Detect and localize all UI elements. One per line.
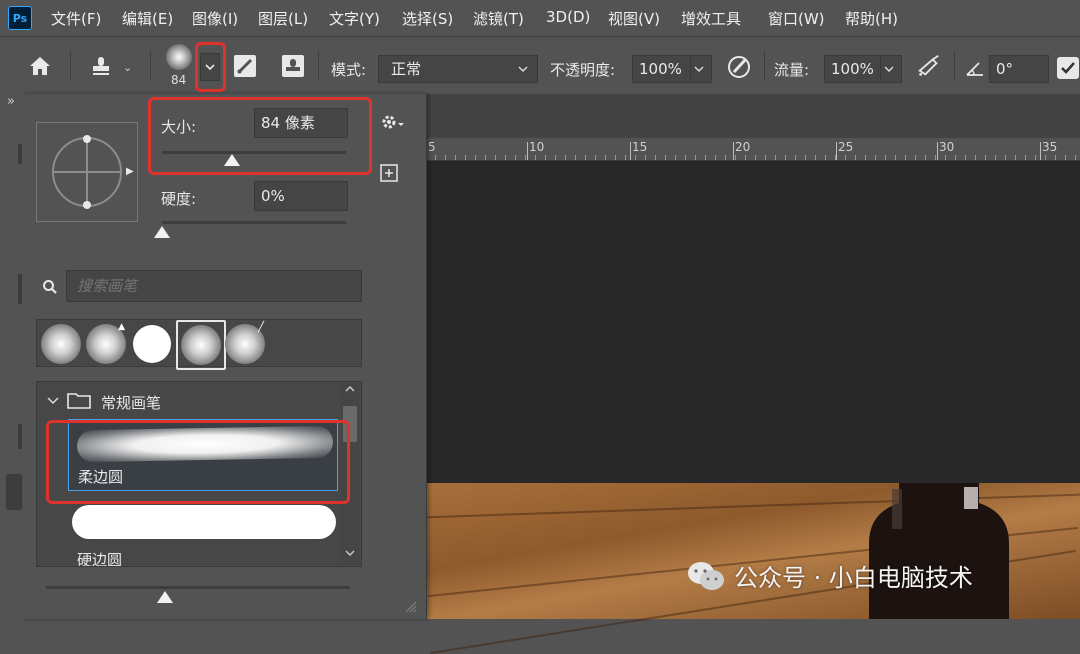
- brush-tip-preview[interactable]: [36, 122, 138, 222]
- option-checkbox[interactable]: [1057, 57, 1079, 79]
- angle-field[interactable]: 0°: [989, 55, 1049, 83]
- angle-icon: [964, 57, 986, 83]
- flow-value: 100%: [831, 60, 874, 78]
- gear-icon[interactable]: [380, 112, 406, 136]
- recent-brush-soft-round[interactable]: [39, 322, 83, 366]
- opacity-chevron-down-icon[interactable]: [690, 56, 707, 82]
- menu-type[interactable]: 文字(Y): [329, 8, 380, 29]
- expand-panel-icon[interactable]: »: [7, 94, 15, 109]
- hardness-slider-thumb[interactable]: [154, 226, 170, 238]
- menu-image[interactable]: 图像(I): [192, 8, 238, 29]
- mode-value: 正常: [391, 60, 422, 78]
- photoshop-logo-icon[interactable]: Ps: [8, 6, 32, 30]
- mode-label: 模式:: [331, 61, 367, 79]
- menu-filter[interactable]: 滤镜(T): [473, 8, 524, 29]
- pen-icon: ╱: [257, 322, 264, 333]
- ruler-tick: [1040, 142, 1041, 160]
- scroll-down-icon[interactable]: [345, 544, 355, 562]
- horizontal-ruler[interactable]: [426, 138, 1080, 161]
- recent-brush-hard-round[interactable]: [130, 322, 174, 366]
- size-highlight: [148, 97, 372, 175]
- brush-preview-icon[interactable]: [166, 44, 192, 70]
- soft-round-highlight: [46, 420, 350, 504]
- flow-field[interactable]: 100%: [824, 55, 902, 83]
- ruler-tick: [937, 142, 938, 160]
- menu-file[interactable]: 文件(F): [51, 8, 101, 29]
- brush-picker-highlight: [195, 42, 226, 92]
- home-icon[interactable]: [27, 53, 53, 79]
- ruler-label: 15: [632, 140, 648, 154]
- ruler-label: 30: [939, 140, 955, 154]
- flow-chevron-down-icon[interactable]: [880, 56, 897, 82]
- clone-stamp-tool-icon[interactable]: [88, 53, 114, 79]
- ruler-label: 25: [838, 140, 854, 154]
- menu-3d[interactable]: 3D(D): [546, 8, 590, 26]
- ruler-label: 35: [1042, 140, 1058, 154]
- menu-view[interactable]: 视图(V): [608, 8, 660, 29]
- hardness-label: 硬度:: [161, 190, 197, 208]
- watermark: 公众号 · 小白电脑技术: [686, 558, 973, 598]
- watermark-text: 公众号 · 小白电脑技术: [734, 564, 973, 592]
- stamp-icon: ▲: [118, 322, 125, 332]
- menu-bar: Ps 文件(F) 编辑(E) 图像(I) 图层(L) 文字(Y) 选择(S) 滤…: [0, 0, 1080, 36]
- folder-chevron-down-icon[interactable]: [47, 394, 59, 409]
- hardness-field[interactable]: 0%: [254, 181, 348, 211]
- hard-round-stroke-preview: [72, 505, 336, 539]
- mode-select[interactable]: 正常: [378, 55, 538, 83]
- recent-brush-soft-pen[interactable]: ╱: [223, 322, 267, 366]
- ruler-tick: [630, 142, 631, 160]
- new-preset-icon[interactable]: [380, 164, 398, 186]
- pressure-opacity-icon[interactable]: [726, 53, 752, 79]
- resize-grip-icon[interactable]: [402, 598, 418, 618]
- brush-preset-picker: ▶ 大小: 84 像素 硬度: 0% ▲ ╱ 常规画笔: [22, 94, 427, 619]
- preview-size-slider-thumb[interactable]: [157, 591, 173, 603]
- folder-name[interactable]: 常规画笔: [101, 392, 161, 413]
- options-bar: ⌄ 84 模式: 正常 不透明度: 100% 流量: 100% 0°: [0, 36, 1080, 95]
- menu-help[interactable]: 帮助(H): [845, 8, 898, 29]
- ruler-tick: [733, 142, 734, 160]
- opacity-label: 不透明度:: [550, 61, 616, 79]
- opacity-value: 100%: [639, 60, 682, 78]
- recent-brush-soft-stamp[interactable]: ▲: [84, 322, 128, 366]
- flow-label: 流量:: [774, 61, 810, 79]
- search-icon: [42, 279, 58, 299]
- brush-item-label: 硬边圆: [77, 551, 123, 567]
- hardness-slider-track[interactable]: [162, 221, 346, 224]
- menu-layer[interactable]: 图层(L): [258, 8, 308, 29]
- menu-edit[interactable]: 编辑(E): [122, 8, 173, 29]
- scroll-up-icon[interactable]: [345, 384, 355, 397]
- airbrush-icon[interactable]: [916, 53, 942, 79]
- tools-panel-collapsed: »: [0, 94, 22, 619]
- tool-preset-chevron-down-icon[interactable]: ⌄: [123, 61, 132, 74]
- ruler-label: 20: [735, 140, 751, 154]
- document-tab-strip: [426, 94, 1080, 138]
- bottle-image: [869, 483, 1009, 619]
- brush-search-input[interactable]: [66, 270, 362, 302]
- ruler-label: 10: [529, 140, 545, 154]
- preview-size-slider-track[interactable]: [46, 586, 350, 589]
- ruler-label: 5: [428, 140, 436, 154]
- preview-arrow-icon[interactable]: ▶: [126, 166, 134, 177]
- folder-icon: [67, 391, 91, 413]
- menu-select[interactable]: 选择(S): [402, 8, 453, 29]
- recent-brush-selected[interactable]: [176, 320, 226, 370]
- mode-chevron-down-icon: [517, 56, 529, 90]
- ruler-tick: [527, 142, 528, 160]
- wechat-icon: [686, 560, 726, 598]
- menu-plugins[interactable]: 增效工具: [681, 8, 741, 29]
- brush-settings-panel-icon[interactable]: [232, 53, 258, 79]
- brush-item-hard-round[interactable]: 硬边圆: [68, 499, 338, 567]
- ruler-tick: [836, 142, 837, 160]
- opacity-field[interactable]: 100%: [632, 55, 712, 83]
- brush-size-indicator: 84: [171, 73, 187, 87]
- menu-window[interactable]: 窗口(W): [768, 8, 825, 29]
- clone-source-panel-icon[interactable]: [280, 53, 306, 79]
